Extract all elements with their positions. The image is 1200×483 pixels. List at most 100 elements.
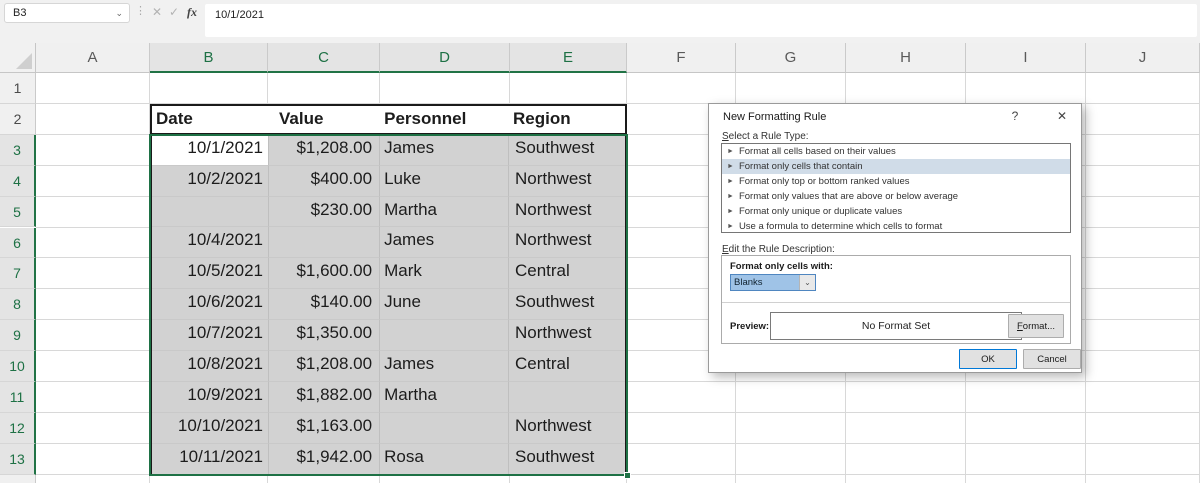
cell[interactable]: Southwest [508,289,625,321]
column-header-D[interactable]: D [380,43,510,73]
cell[interactable]: Southwest [508,443,625,475]
rule-arrow-icon: ► [727,148,734,155]
cell[interactable] [269,227,381,259]
row-header-10[interactable]: 10 [0,351,36,382]
cell[interactable]: 10/10/2021 [152,412,270,444]
cell[interactable] [380,320,509,352]
cell[interactable]: James [380,351,509,382]
row-header-14[interactable]: 14 [0,474,36,483]
row-header-11[interactable]: 11 [0,382,36,413]
column-header-C[interactable]: C [268,43,380,73]
new-formatting-rule-dialog: New Formatting Rule ? ✕ Select a Rule Ty… [708,103,1082,373]
column-header-A[interactable]: A [36,43,150,73]
cell[interactable]: Southwest [508,134,625,166]
cell[interactable]: $1,942.00 [269,443,381,475]
cell[interactable]: Northwest [508,196,625,228]
row-header-1[interactable]: 1 [0,73,36,104]
table-row: 10/8/2021 $1,208.00 James Central [152,351,625,382]
rule-arrow-icon: ► [727,163,734,170]
ok-button[interactable]: OK [959,349,1017,369]
rule-type-option[interactable]: ► Format all cells based on their values [722,144,1070,159]
confirm-entry-icon[interactable]: ✓ [166,3,182,21]
row-header-13[interactable]: 13 [0,443,36,475]
condition-dropdown[interactable]: Blanks ⌄ [730,274,816,291]
rule-arrow-icon: ► [727,193,734,200]
row-header-3[interactable]: 3 [0,134,36,166]
rule-option-label: Use a formula to determine which cells t… [738,221,943,232]
select-all-corner[interactable] [0,43,36,73]
cell[interactable]: Martha [380,196,509,228]
column-title: Personnel [380,105,509,135]
column-header-J[interactable]: J [1086,43,1200,73]
chevron-down-icon[interactable]: ⌄ [799,275,815,290]
cell[interactable] [380,412,509,444]
cell[interactable]: Luke [380,165,509,197]
spreadsheet-grid: ABCDEFGHIJ 1234567891011121314 DateValue… [0,43,1200,483]
cell[interactable] [152,196,270,228]
cell[interactable]: $230.00 [269,196,381,228]
column-header-I[interactable]: I [966,43,1086,73]
cancel-entry-icon[interactable]: ✕ [149,3,165,21]
cell[interactable]: 10/1/2021 [152,134,270,166]
condition-value: Blanks [731,275,799,290]
format-button[interactable]: Format... [1008,314,1064,338]
cell[interactable]: Northwest [508,320,625,352]
row-header-9[interactable]: 9 [0,320,36,352]
cell[interactable]: June [380,289,509,321]
cell[interactable]: $1,163.00 [269,412,381,444]
cell[interactable]: Northwest [508,412,625,444]
cell[interactable]: James [380,227,509,259]
name-box[interactable]: B3 ⌄ [4,3,130,23]
column-header-E[interactable]: E [510,43,627,73]
rule-arrow-icon: ► [727,208,734,215]
column-header-F[interactable]: F [627,43,736,73]
formula-input[interactable]: 10/1/2021 [205,4,1197,37]
cell[interactable]: $400.00 [269,165,381,197]
rule-type-option[interactable]: ► Format only values that are above or be… [722,189,1070,204]
cell[interactable]: $1,350.00 [269,320,381,352]
row-header-5[interactable]: 5 [0,196,36,228]
cell[interactable]: $1,208.00 [269,134,381,166]
column-title: Value [269,105,381,135]
cell[interactable]: James [380,134,509,166]
column-header-G[interactable]: G [736,43,846,73]
cell[interactable]: Northwest [508,165,625,197]
cell[interactable]: 10/5/2021 [152,258,270,290]
column-header-H[interactable]: H [846,43,966,73]
cancel-button[interactable]: Cancel [1023,349,1081,369]
rule-type-option[interactable]: ► Format only cells that contain [722,159,1070,174]
cell[interactable]: Rosa [380,443,509,475]
cell[interactable]: Northwest [508,227,625,259]
cell[interactable]: Mark [380,258,509,290]
cell[interactable]: 10/7/2021 [152,320,270,352]
chevron-down-icon[interactable]: ⌄ [115,8,123,18]
row-header-6[interactable]: 6 [0,227,36,259]
help-icon[interactable]: ? [1007,109,1023,125]
cell[interactable]: 10/2/2021 [152,165,270,197]
rule-type-option[interactable]: ► Use a formula to determine which cells … [722,219,1070,232]
cell[interactable]: Central [508,258,625,290]
insert-function-icon[interactable]: fx [184,3,200,21]
row-header-8[interactable]: 8 [0,289,36,321]
cell[interactable]: $1,882.00 [269,381,381,413]
cell[interactable]: $1,600.00 [269,258,381,290]
row-header-4[interactable]: 4 [0,165,36,197]
rule-type-option[interactable]: ► Format only top or bottom ranked values [722,174,1070,189]
cell[interactable]: $1,208.00 [269,351,381,382]
row-header-2[interactable]: 2 [0,103,36,135]
cell[interactable]: 10/6/2021 [152,289,270,321]
column-header-B[interactable]: B [150,43,268,73]
cell[interactable]: 10/4/2021 [152,227,270,259]
table-row: 10/9/2021 $1,882.00 Martha [152,381,625,413]
cell[interactable] [508,381,625,413]
cell[interactable]: Martha [380,381,509,413]
close-icon[interactable]: ✕ [1053,109,1071,125]
rule-type-option[interactable]: ► Format only unique or duplicate values [722,204,1070,219]
row-header-7[interactable]: 7 [0,258,36,290]
cell[interactable]: $140.00 [269,289,381,321]
cell[interactable]: 10/9/2021 [152,381,270,413]
cell[interactable]: Central [508,351,625,382]
cell[interactable]: 10/11/2021 [152,443,270,475]
cell[interactable]: 10/8/2021 [152,351,270,382]
row-header-12[interactable]: 12 [0,412,36,444]
